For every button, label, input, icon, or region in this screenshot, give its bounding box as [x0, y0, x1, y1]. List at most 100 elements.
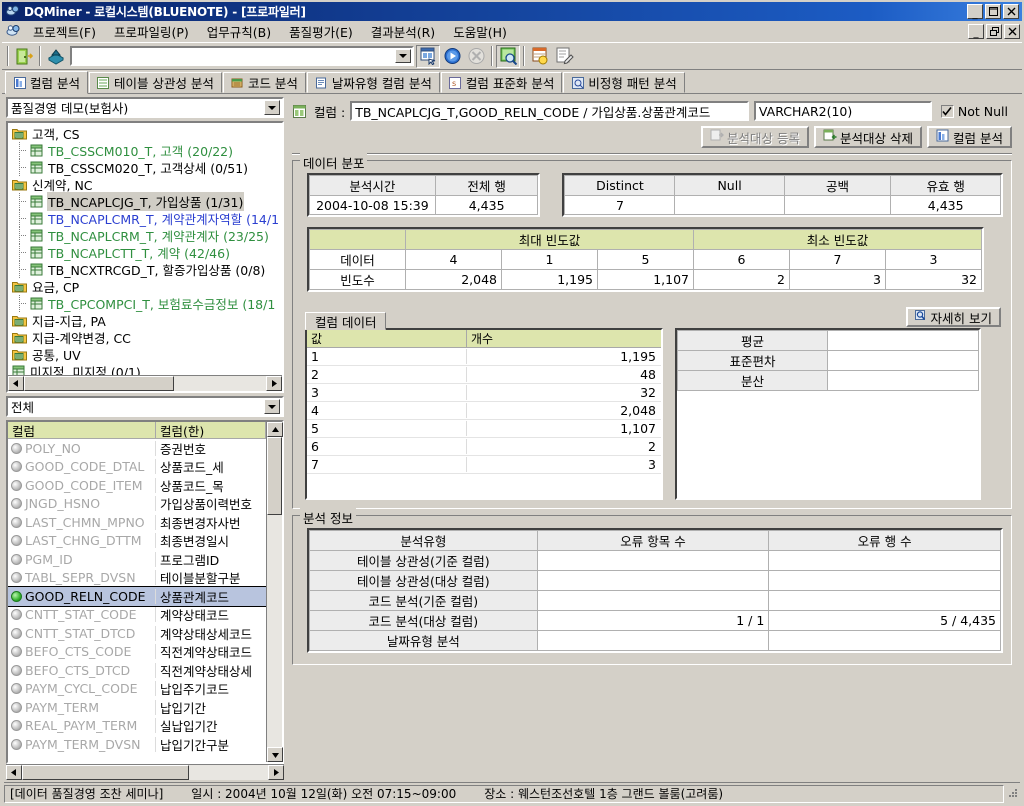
- table-row[interactable]: 73: [307, 456, 661, 474]
- tree-scroll-thumb[interactable]: [24, 376, 175, 391]
- tree-scroll-track[interactable]: [24, 376, 266, 391]
- menu-item-profiling[interactable]: 프로파일링(P): [105, 20, 198, 43]
- tree-node-2[interactable]: TB_CSSCM020_T, 고객상세 (0/51): [10, 159, 282, 176]
- tree-node-4[interactable]: TB_NCAPLCJG_T, 가입상품 (1/31): [10, 192, 282, 211]
- column-hscroll-track[interactable]: [22, 765, 268, 780]
- column-list-horizontal-scrollbar[interactable]: [6, 764, 284, 780]
- exit-door-icon[interactable]: [12, 45, 36, 68]
- table-row[interactable]: 5 1,107: [307, 420, 661, 438]
- tree-node-9[interactable]: 요금, CP: [10, 278, 282, 295]
- column-datatype-field[interactable]: VARCHAR2(10): [753, 101, 932, 121]
- column-hscroll-thumb[interactable]: [22, 765, 190, 780]
- close-button[interactable]: [1003, 4, 1019, 19]
- report-grid-icon[interactable]: [528, 45, 552, 68]
- table-row[interactable]: BEFO_CTS_CODE 직전계약상태코드: [8, 643, 266, 662]
- toolbar-combo[interactable]: [70, 46, 414, 66]
- scroll-left-button[interactable]: [6, 765, 22, 780]
- tab-table-correlation[interactable]: 테이블 상관성 분석: [88, 72, 222, 93]
- table-row[interactable]: CNTT_STAT_CODE 계약상태코드: [8, 606, 266, 625]
- chevron-down-icon[interactable]: [395, 49, 411, 63]
- table-row[interactable]: PAYM_TERM 납입기간: [8, 698, 266, 717]
- tree-node-11[interactable]: 지급-지급, PA: [10, 312, 282, 329]
- column-analysis-button[interactable]: 컬럼 분석: [927, 126, 1012, 148]
- table-row[interactable]: TABL_SEPR_DVSN 테이블분할구분: [8, 569, 266, 588]
- tree-node-3[interactable]: 신계약, NC: [10, 176, 282, 193]
- scroll-up-button[interactable]: [267, 422, 283, 437]
- tree-node-7[interactable]: TB_NCAPLCTT_T, 계약 (42/46): [10, 244, 282, 261]
- menu-item-business-rules[interactable]: 업무규칙(B): [198, 20, 280, 43]
- column-list-vertical-scrollbar[interactable]: [266, 422, 283, 762]
- column-scroll-thumb[interactable]: [267, 437, 282, 515]
- table-row[interactable]: LAST_CHMN_MPNO 최종변경자사번: [8, 513, 266, 532]
- tree-node-10[interactable]: TB_CPCOMPCI_T, 보험료수금정보 (18/1: [10, 295, 282, 312]
- header-column-korean[interactable]: 컬럼(한): [156, 422, 266, 439]
- table-row[interactable]: 코드 분석(기준 컬럼): [309, 590, 1001, 611]
- scroll-right-button[interactable]: [268, 765, 284, 780]
- tree-node-8[interactable]: TB_NCXTRCGD_T, 할증가입상품 (0/8): [10, 261, 282, 278]
- database-icon[interactable]: [44, 45, 68, 68]
- column-list-grid[interactable]: 컬럼 컬럼(한) POLY_NO 증권번호 GOOD_CODE_DTAL 상품코드_세…: [6, 420, 284, 764]
- profile-window-icon[interactable]: [416, 44, 440, 68]
- edit-note-icon[interactable]: [552, 45, 576, 68]
- table-row[interactable]: LAST_CHNG_DTTM 최종변경일시: [8, 532, 266, 551]
- tree-node-13[interactable]: 공통, UV: [10, 346, 282, 363]
- tree-node-1[interactable]: TB_CSSCM010_T, 고객 (20/22): [10, 142, 282, 159]
- mdi-minimize-button[interactable]: _: [968, 23, 984, 39]
- delete-target-button[interactable]: 분석대상 삭제: [814, 126, 923, 148]
- scroll-right-button[interactable]: [266, 376, 282, 391]
- table-row[interactable]: GOOD_RELN_CODE 상품관계코드: [8, 586, 266, 607]
- table-row[interactable]: CNTT_STAT_DTCD 계약상태상세코드: [8, 624, 266, 643]
- tab-code-analysis[interactable]: 코드 분석: [222, 72, 306, 93]
- tab-column-analysis[interactable]: 컬럼 분석: [5, 71, 88, 94]
- menu-item-result-analysis[interactable]: 결과분석(R): [362, 20, 444, 43]
- project-combo[interactable]: 품질경영 데모(보험사): [6, 97, 284, 118]
- tab-pattern-analysis[interactable]: 비정형 패턴 분석: [563, 72, 685, 93]
- table-row[interactable]: PGM_ID 프로그램ID: [8, 550, 266, 569]
- table-row[interactable]: 1 1,195: [307, 348, 661, 366]
- not-null-checkbox[interactable]: Not Null: [937, 104, 1012, 119]
- column-fullname-field[interactable]: TB_NCAPLCJG_T,GOOD_RELN_CODE / 가입상품.상품관계…: [350, 101, 749, 121]
- table-row[interactable]: BEFO_CTS_DTCD 직전계약상태상세: [8, 661, 266, 680]
- header-value[interactable]: 값: [307, 330, 467, 348]
- scroll-left-button[interactable]: [8, 376, 24, 391]
- table-row[interactable]: 2 48: [307, 366, 661, 384]
- run-play-icon[interactable]: [440, 45, 464, 68]
- tree-horizontal-scrollbar[interactable]: [8, 375, 282, 391]
- table-row[interactable]: GOOD_CODE_DTAL 상품코드_세: [8, 458, 266, 477]
- table-row[interactable]: PAYM_CYCL_CODE 납입주기코드: [8, 680, 266, 699]
- column-scroll-track[interactable]: [267, 437, 282, 747]
- not-null-check-icon[interactable]: [940, 104, 954, 118]
- chevron-down-icon[interactable]: [264, 100, 280, 115]
- minimize-button[interactable]: _: [967, 4, 983, 19]
- table-row[interactable]: 테이블 상관성(기준 컬럼): [309, 550, 1001, 571]
- table-row[interactable]: JNGD_HSNO 가입상품이력번호: [8, 495, 266, 514]
- register-target-button[interactable]: 분석대상 등록: [701, 126, 810, 148]
- table-row[interactable]: 코드 분석(대상 컬럼) 1 / 15 / 4,435: [309, 610, 1001, 631]
- analysis-search-icon[interactable]: [496, 44, 520, 68]
- tab-column-data[interactable]: 컬럼 데이터: [305, 312, 387, 330]
- scroll-down-button[interactable]: [267, 747, 283, 762]
- tree-node-0[interactable]: 고객, CS: [10, 125, 282, 142]
- tree-node-12[interactable]: 지급-계약변경, CC: [10, 329, 282, 346]
- tree-node-14[interactable]: 미지정, 미지정 (0/1): [10, 363, 282, 375]
- tab-date-type-analysis[interactable]: 날짜유형 컬럼 분석: [306, 72, 440, 93]
- mdi-restore-button[interactable]: [986, 23, 1002, 39]
- table-row[interactable]: GOOD_CODE_ITEM 상품코드_목: [8, 476, 266, 495]
- schema-tree[interactable]: 고객, CS TB_CSSCM010_T, 고객 (20/22) TB_CSSCM0…: [6, 121, 284, 393]
- tree-node-5[interactable]: TB_NCAPLCMR_T, 계약관계자역할 (14/1: [10, 210, 282, 227]
- column-filter-combo[interactable]: 전체: [6, 396, 284, 417]
- table-row[interactable]: REAL_PAYM_TERM 실납입기간: [8, 717, 266, 736]
- resize-grip[interactable]: [1006, 787, 1020, 801]
- table-row[interactable]: 4 2,048: [307, 402, 661, 420]
- column-data-grid[interactable]: 값 개수 1 1,195 2 48 3 32 4 2,048 5 1,107 6 2 7 3: [305, 328, 663, 500]
- table-row[interactable]: 날짜유형 분석: [309, 630, 1001, 651]
- chevron-down-icon[interactable]: [264, 399, 280, 414]
- tree-node-6[interactable]: TB_NCAPLCRM_T, 계약관계자 (23/25): [10, 227, 282, 244]
- maximize-button[interactable]: [985, 4, 1001, 19]
- table-row[interactable]: 62: [307, 438, 661, 456]
- tab-standardization-analysis[interactable]: s 컬럼 표준화 분석: [440, 72, 563, 93]
- menu-item-quality-eval[interactable]: 품질평가(E): [280, 20, 362, 43]
- table-row[interactable]: POLY_NO 증권번호: [8, 439, 266, 458]
- header-column-name[interactable]: 컬럼: [8, 422, 156, 439]
- table-row[interactable]: 3 32: [307, 384, 661, 402]
